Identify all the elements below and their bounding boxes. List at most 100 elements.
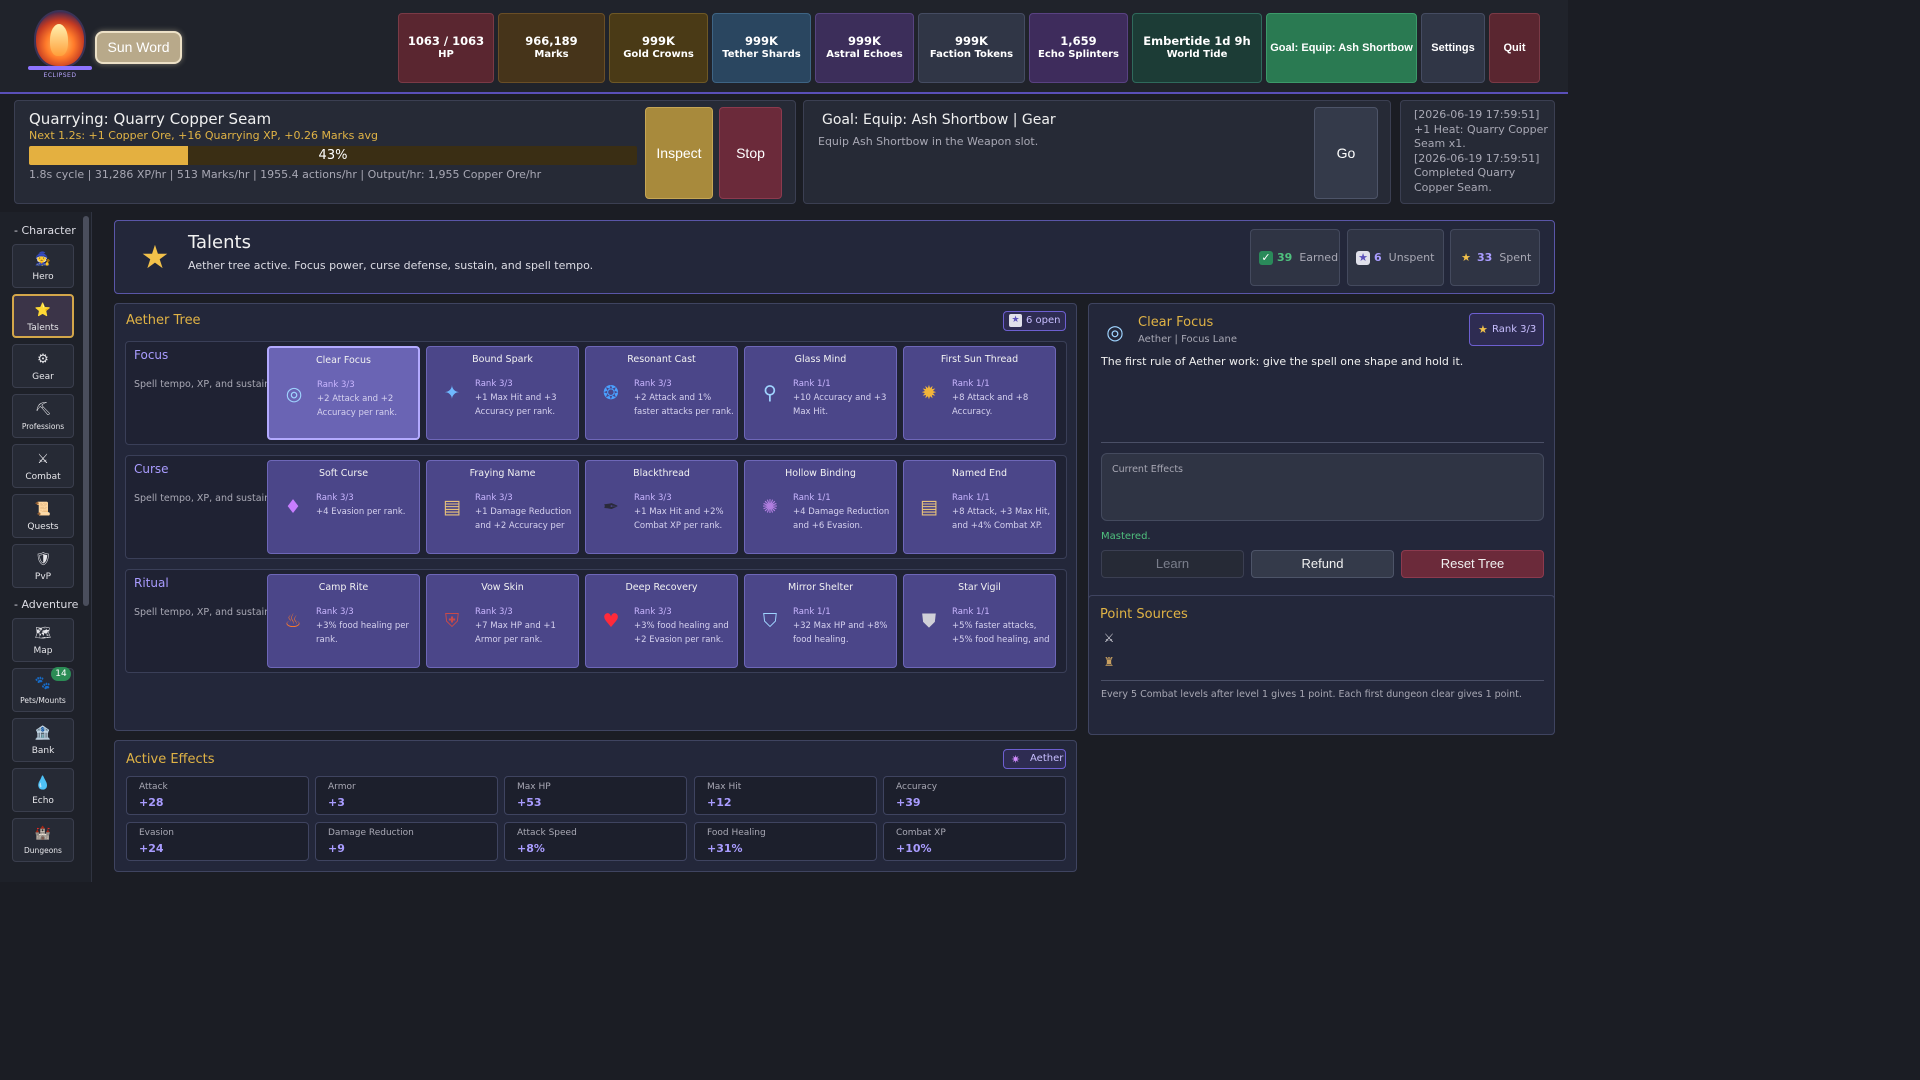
talent-node-star-vigil[interactable]: Star Vigil ⛊ Rank 1/1 +5% faster attacks, +… bbox=[903, 574, 1056, 668]
talent-node-name: Soft Curse bbox=[318, 468, 369, 479]
talent-node-rank: Rank 3/3 bbox=[634, 607, 672, 617]
mirror-icon: ⚲ bbox=[763, 382, 777, 404]
activity-panel: Quarrying: Quarry Copper Seam Next 1.2s:… bbox=[14, 100, 796, 204]
talent-node-rank: Rank 3/3 bbox=[316, 493, 354, 503]
talent-node-rank: Rank 1/1 bbox=[952, 379, 990, 389]
talent-node-resonant-cast[interactable]: Resonant Cast ❂ Rank 3/3 +2 Attack and 1% f… bbox=[585, 346, 738, 440]
quit-button[interactable]: Quit bbox=[1489, 13, 1540, 83]
scroll-icon: ▤ bbox=[920, 496, 938, 518]
talent-node-blackthread[interactable]: Blackthread ✒ Rank 3/3 +1 Max Hit and +2% C… bbox=[585, 460, 738, 554]
aether-sigil-icon: ✷ bbox=[1011, 753, 1021, 766]
sidebar-item-hero[interactable]: 🧙 Hero bbox=[12, 244, 74, 288]
point-sources-title: Point Sources bbox=[1100, 607, 1188, 622]
effect-value: +10% bbox=[896, 842, 932, 855]
sidebar-item-dungeons[interactable]: 🏰 Dungeons bbox=[12, 818, 74, 862]
active-effects-panel: Active Effects ✷ Aether Attack +28 Armor +3… bbox=[114, 740, 1077, 872]
sidebar: - Character 🧙 Hero ⭐ Talents ⚙ Gear ⛏ Profession… bbox=[0, 212, 92, 882]
talent-node-glass-mind[interactable]: Glass Mind ⚲ Rank 1/1 +10 Accuracy and +3 M… bbox=[744, 346, 897, 440]
talent-node-rank: Rank 1/1 bbox=[952, 607, 990, 617]
effect-food-healing: Food Healing +31% bbox=[694, 822, 877, 861]
aether-tree-panel: Aether Tree ★ 6 open Focus Spell tempo, X… bbox=[114, 303, 1077, 731]
gold-star-icon: ★ bbox=[1461, 250, 1471, 264]
go-button[interactable]: Go bbox=[1314, 107, 1378, 199]
needle-icon: ✒ bbox=[603, 496, 619, 518]
campfire-icon: ♨ bbox=[284, 610, 302, 632]
sidebar-scrollbar[interactable] bbox=[83, 216, 89, 606]
crossed-swords-icon: ⚔ bbox=[37, 452, 49, 467]
open-nodes-badge: ★ 6 open bbox=[1003, 311, 1066, 331]
effect-label: Attack bbox=[139, 782, 168, 792]
talent-node-clear-focus[interactable]: Clear Focus ◎ Rank 3/3 +2 Attack and +2 Acc… bbox=[267, 346, 420, 440]
talent-node-deep-recovery[interactable]: Deep Recovery ♥ Rank 3/3 +3% food healing a… bbox=[585, 574, 738, 668]
sidebar-item-talents[interactable]: ⭐ Talents bbox=[12, 294, 74, 338]
talent-node-effect: +7 Max HP and +1 Armor per rank. bbox=[475, 621, 556, 645]
talent-node-bound-spark[interactable]: Bound Spark ✦ Rank 3/3 +1 Max Hit and +3 Ac… bbox=[426, 346, 579, 440]
stop-button[interactable]: Stop bbox=[719, 107, 782, 199]
talent-node-rank: Rank 1/1 bbox=[793, 379, 831, 389]
unspent-points: ★ 6 Unspent bbox=[1347, 229, 1444, 286]
sidebar-item-bank[interactable]: 🏦 Bank bbox=[12, 718, 74, 762]
sidebar-item-label: Professions bbox=[21, 422, 65, 431]
talent-node-rank: Rank 3/3 bbox=[317, 380, 355, 390]
activity-next-reward: Next 1.2s: +1 Copper Ore, +16 Quarrying … bbox=[29, 129, 379, 142]
sidebar-item-pets-mounts[interactable]: 🐾 Pets/Mounts 14 bbox=[12, 667, 74, 712]
lane-name: Curse bbox=[134, 462, 169, 476]
effect-attack: Attack +28 bbox=[126, 776, 309, 815]
sidebar-item-gear[interactable]: ⚙ Gear bbox=[12, 344, 74, 388]
effect-value: +9 bbox=[328, 842, 345, 855]
refund-button[interactable]: Refund bbox=[1251, 550, 1394, 578]
effect-value: +31% bbox=[707, 842, 743, 855]
effect-label: Evasion bbox=[139, 828, 174, 838]
effect-combat-xp: Combat XP +10% bbox=[883, 822, 1066, 861]
effect-value: +53 bbox=[517, 796, 542, 809]
sidebar-item-combat[interactable]: ⚔ Combat bbox=[12, 444, 74, 488]
talent-node-effect: +1 Max Hit and +2% Combat XP per rank. bbox=[634, 507, 724, 531]
current-effects-box: Current Effects bbox=[1101, 453, 1544, 521]
talent-node-hollow-binding[interactable]: Hollow Binding ✺ Rank 1/1 +4 Damage Reducti… bbox=[744, 460, 897, 554]
shield-icon: ⛉ bbox=[762, 610, 778, 632]
talent-node-rank: Rank 1/1 bbox=[793, 493, 831, 503]
divider bbox=[1101, 442, 1544, 443]
stat-value: 999K bbox=[848, 34, 881, 48]
talent-node-rank: Rank 3/3 bbox=[316, 607, 354, 617]
talent-node-camp-rite[interactable]: Camp Rite ♨ Rank 3/3 +3% food healing per r… bbox=[267, 574, 420, 668]
sidebar-item-label: Combat bbox=[25, 472, 61, 482]
spent-points: ★ 33 Spent bbox=[1450, 229, 1540, 286]
talent-node-name: First Sun Thread bbox=[940, 354, 1019, 365]
talent-node-effect: +8 Attack, +3 Max Hit, and +4% Combat XP… bbox=[952, 507, 1051, 531]
sun-word-button[interactable]: Sun Word bbox=[95, 31, 182, 64]
learn-button[interactable]: Learn bbox=[1101, 550, 1244, 578]
reset-tree-button[interactable]: Reset Tree bbox=[1401, 550, 1544, 578]
stat-label: Gold Crowns bbox=[623, 49, 694, 60]
event-log[interactable]: [2026-06-19 17:59:51] +1 Heat: Quarry Co… bbox=[1400, 100, 1555, 204]
sidebar-item-quests[interactable]: 📜 Quests bbox=[12, 494, 74, 538]
talent-rank-badge: ★ Rank 3/3 bbox=[1469, 313, 1544, 346]
talent-node-named-end[interactable]: Named End ▤ Rank 1/1 +8 Attack, +3 Max Hit,… bbox=[903, 460, 1056, 554]
notification-badge: 14 bbox=[51, 667, 71, 681]
effect-label: Food Healing bbox=[707, 828, 766, 838]
check-icon: ✓ bbox=[1259, 250, 1273, 265]
inspect-button[interactable]: Inspect bbox=[645, 107, 713, 199]
sidebar-section-title: - Character bbox=[14, 224, 76, 237]
goal-button[interactable]: Goal: Equip: Ash Shortbow bbox=[1266, 13, 1417, 83]
point-sources-text: Every 5 Combat levels after level 1 give… bbox=[1101, 689, 1522, 700]
settings-button[interactable]: Settings bbox=[1421, 13, 1485, 83]
sidebar-item-map[interactable]: 🗺 Map bbox=[12, 618, 74, 662]
talent-node-fraying-name[interactable]: Fraying Name ▤ Rank 3/3 +1 Damage Reduction… bbox=[426, 460, 579, 554]
page-title: Talents bbox=[188, 232, 251, 253]
talent-node-first-sun-thread[interactable]: First Sun Thread ✹ Rank 1/1 +8 Attack and +… bbox=[903, 346, 1056, 440]
sidebar-item-echo[interactable]: 💧 Echo bbox=[12, 768, 74, 812]
talent-node-rank: Rank 1/1 bbox=[793, 607, 831, 617]
stat-astral-echoes: 999K Astral Echoes bbox=[815, 13, 914, 83]
sidebar-item-label: Echo bbox=[32, 796, 54, 806]
talent-node-vow-skin[interactable]: Vow Skin ⛨ Rank 3/3 +7 Max HP and +1 Armor … bbox=[426, 574, 579, 668]
purple-flame-icon: ♦ bbox=[284, 496, 302, 518]
mastered-status: Mastered. bbox=[1101, 531, 1151, 542]
talent-node-mirror-shelter[interactable]: Mirror Shelter ⛉ Rank 1/1 +32 Max HP and +8… bbox=[744, 574, 897, 668]
sidebar-item-professions[interactable]: ⛏ Professions bbox=[12, 394, 74, 438]
logo-bar bbox=[28, 66, 92, 70]
stat-value: 1063 / 1063 bbox=[407, 34, 485, 48]
sidebar-item-pvp[interactable]: 🛡 PvP bbox=[12, 544, 74, 588]
talent-node-name: Vow Skin bbox=[481, 582, 524, 593]
talent-node-soft-curse[interactable]: Soft Curse ♦ Rank 3/3 +4 Evasion per rank. bbox=[267, 460, 420, 554]
